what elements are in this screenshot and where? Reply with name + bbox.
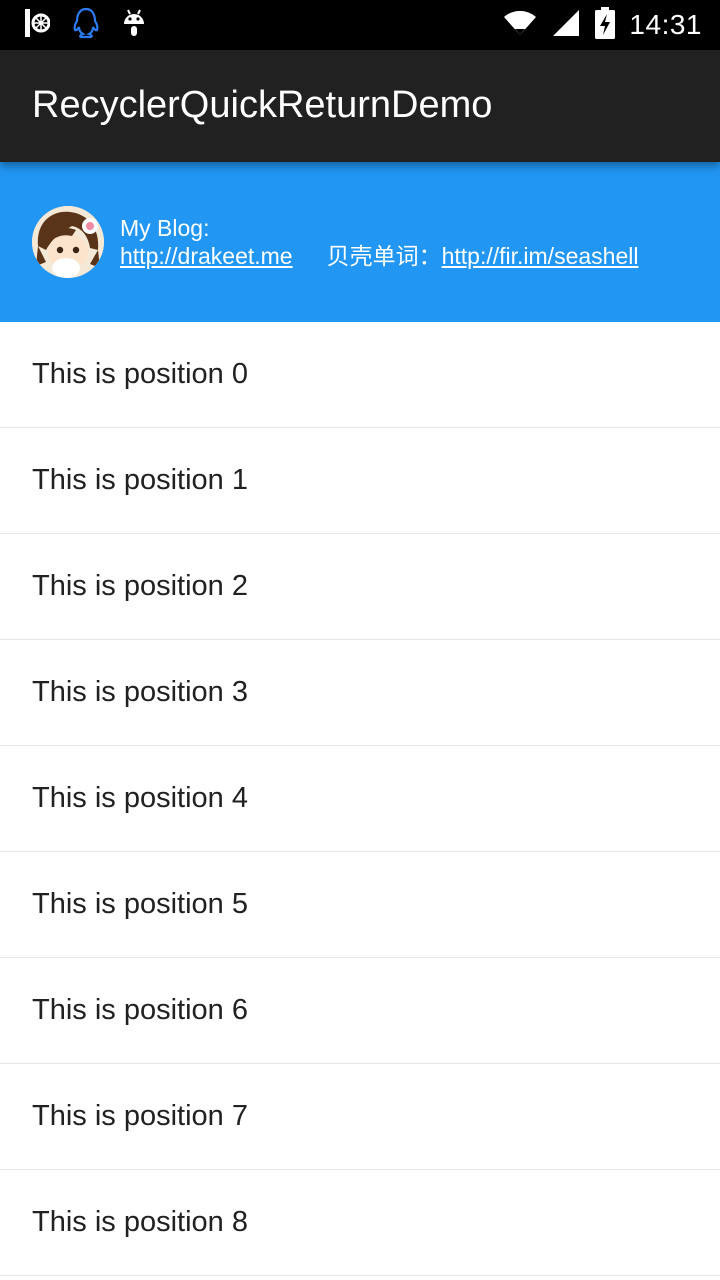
list-item[interactable]: This is position 3: [0, 640, 720, 746]
status-bar-left-icons: [24, 7, 146, 43]
app-link[interactable]: http://fir.im/seashell: [442, 242, 639, 270]
grid-notification-icon: [24, 8, 51, 42]
cell-signal-icon: [551, 9, 581, 41]
list-item[interactable]: This is position 5: [0, 852, 720, 958]
list-item[interactable]: This is position 0: [0, 322, 720, 428]
avatar: [32, 206, 104, 278]
app-bar-title: RecyclerQuickReturnDemo: [32, 84, 493, 126]
list-item[interactable]: This is position 7: [0, 1064, 720, 1170]
list-item-text: This is position 3: [32, 676, 248, 708]
list-item[interactable]: This is position 4: [0, 746, 720, 852]
status-time: 14:31: [629, 9, 702, 40]
list-item-text: This is position 8: [32, 1206, 248, 1238]
blog-link[interactable]: http://drakeet.me: [120, 242, 293, 270]
status-bar-right-icons: 14:31: [503, 7, 702, 43]
qq-icon: [72, 7, 100, 43]
app-bar: RecyclerQuickReturnDemo: [0, 50, 720, 162]
list-item-text: This is position 0: [32, 358, 248, 390]
list-item-text: This is position 4: [32, 782, 248, 814]
list-item-text: This is position 1: [32, 464, 248, 496]
list-item-text: This is position 6: [32, 994, 248, 1026]
list-item-text: This is position 5: [32, 888, 248, 920]
android-icon: [122, 8, 146, 42]
wifi-icon: [503, 10, 537, 40]
list-item[interactable]: This is position 6: [0, 958, 720, 1064]
quick-return-header: My Blog: http://drakeet.me 贝壳单词： http://…: [0, 162, 720, 322]
blog-label: My Blog:: [120, 215, 210, 241]
list-item[interactable]: This is position 8: [0, 1170, 720, 1276]
list-item-text: This is position 2: [32, 570, 248, 602]
list-item-text: This is position 7: [32, 1100, 248, 1132]
recycler-list[interactable]: This is position 0 This is position 1 Th…: [0, 322, 720, 1276]
app-name-label: 贝壳单词：: [326, 244, 442, 270]
list-item[interactable]: This is position 1: [0, 428, 720, 534]
list-item[interactable]: This is position 2: [0, 534, 720, 640]
header-text: My Blog: http://drakeet.me 贝壳单词： http://…: [120, 214, 638, 271]
status-bar: 14:31: [0, 0, 720, 50]
battery-charging-icon: [595, 7, 616, 43]
